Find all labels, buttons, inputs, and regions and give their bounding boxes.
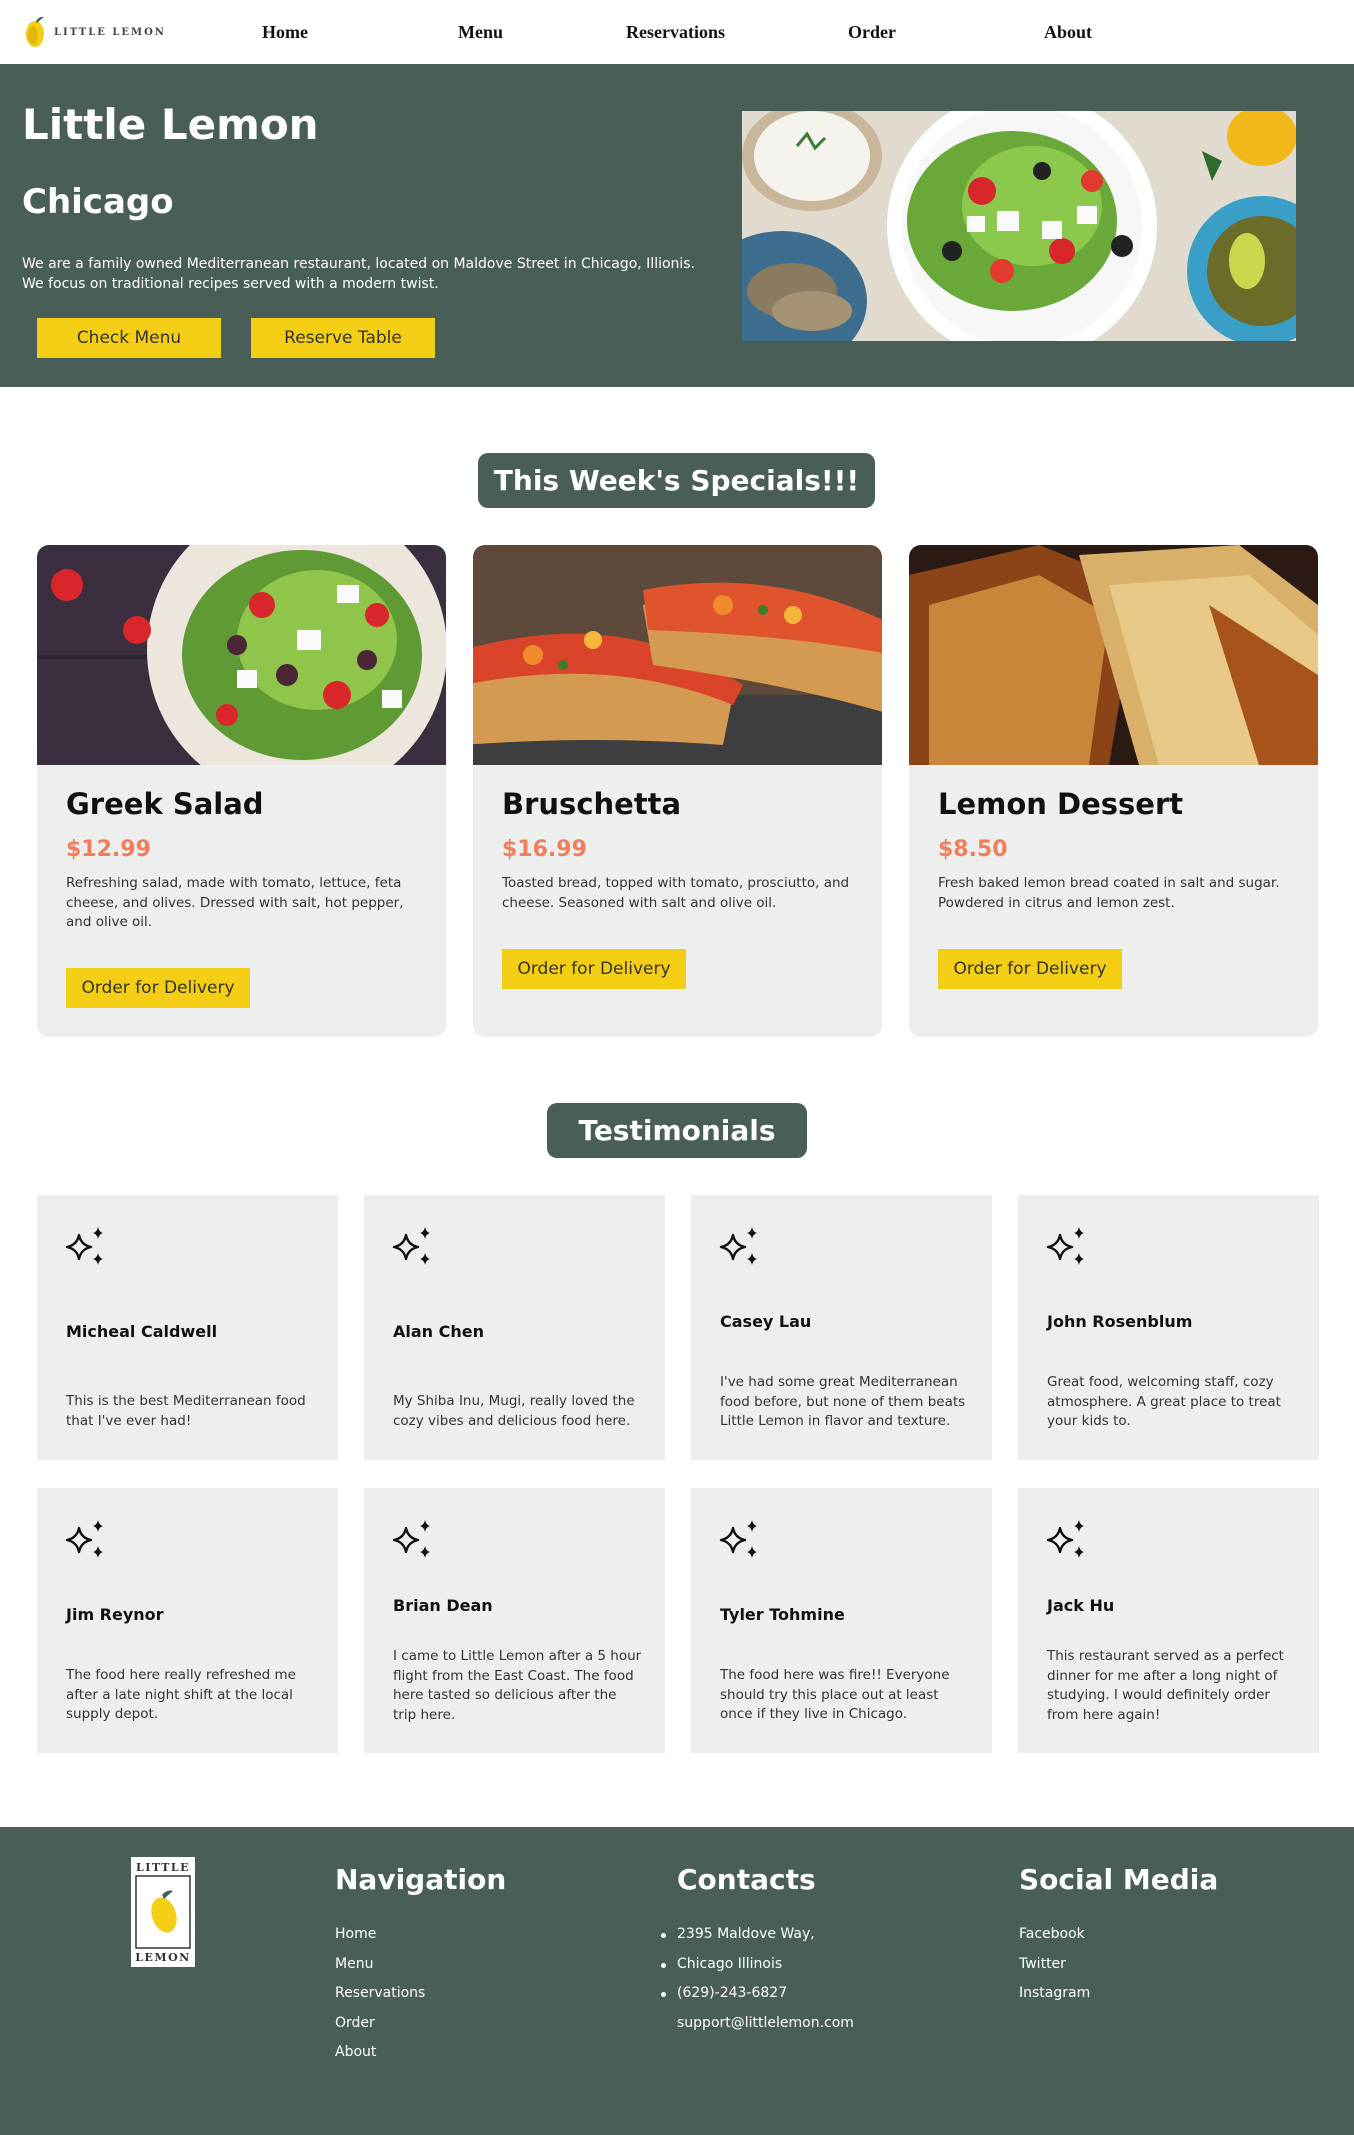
order-for-delivery-button[interactable]: Order for Delivery — [938, 949, 1122, 989]
footer-logo-bottom-text: LEMON — [135, 1951, 190, 1964]
special-description: Refreshing salad, made with tomato, lett… — [66, 875, 404, 930]
nav-menu[interactable]: Menu — [458, 22, 503, 43]
reviewer-name: Micheal Caldwell — [66, 1322, 218, 1341]
hero-title: Little Lemon — [22, 100, 319, 149]
special-name: Greek Salad — [66, 787, 264, 821]
special-name: Lemon Dessert — [938, 787, 1184, 821]
hero-subtitle: Chicago — [22, 182, 174, 222]
sparkles-icon — [392, 1227, 430, 1265]
review-text: The food here was fire!! Everyone should… — [720, 1667, 950, 1722]
footer-link-reservations[interactable]: Reservations — [335, 1979, 425, 2009]
testimonial-card: Jim Reynor The food here really refreshe… — [37, 1488, 338, 1753]
bruschetta-image — [473, 545, 882, 765]
sparkles-icon — [719, 1520, 757, 1558]
greek-salad-image — [37, 545, 446, 765]
review-text: The food here really refreshed me after … — [66, 1667, 296, 1722]
testimonial-card: Micheal Caldwell This is the best Medite… — [37, 1195, 338, 1460]
testimonials-heading: Testimonials — [547, 1103, 807, 1158]
testimonial-card: Alan Chen My Shiba Inu, Mugi, really lov… — [364, 1195, 665, 1460]
footer-navigation-list: Home Menu Reservations Order About — [335, 1920, 425, 2068]
reviewer-name: Jack Hu — [1047, 1596, 1115, 1615]
contact-phone[interactable]: (629)-243-6827 — [661, 1979, 854, 2009]
special-price: $8.50 — [938, 837, 1008, 862]
testimonial-card: John Rosenblum Great food, welcoming sta… — [1018, 1195, 1319, 1460]
social-link-facebook[interactable]: Facebook — [1019, 1920, 1090, 1950]
special-price: $12.99 — [66, 837, 151, 862]
little-lemon-logo[interactable]: LITTLE LEMON — [24, 12, 166, 52]
contact-city: Chicago Illinois — [661, 1950, 854, 1980]
reserve-table-button[interactable]: Reserve Table — [251, 318, 435, 358]
footer: LITTLE LEMON Navigation Home Menu Reserv… — [0, 1827, 1354, 2135]
reviewer-name: Tyler Tohmine — [720, 1605, 845, 1624]
review-text: This is the best Mediterranean food that… — [66, 1393, 306, 1429]
nav-reservations[interactable]: Reservations — [626, 22, 725, 43]
reviewer-name: Alan Chen — [393, 1322, 484, 1341]
review-text: I came to Little Lemon after a 5 hour fl… — [393, 1648, 642, 1723]
footer-navigation-heading: Navigation — [335, 1863, 507, 1896]
footer-social-list: Facebook Twitter Instagram — [1019, 1920, 1090, 2009]
nav-home[interactable]: Home — [262, 22, 308, 43]
testimonial-card: Jack Hu This restaurant served as a perf… — [1018, 1488, 1319, 1753]
nav-order[interactable]: Order — [848, 22, 896, 43]
reviewer-name: Jim Reynor — [66, 1605, 164, 1624]
testimonial-card: Casey Lau I've had some great Mediterran… — [691, 1195, 992, 1460]
reviewer-name: Casey Lau — [720, 1312, 812, 1331]
special-description: Fresh baked lemon bread coated in salt a… — [938, 875, 1280, 911]
testimonial-card: Tyler Tohmine The food here was fire!! E… — [691, 1488, 992, 1753]
footer-contacts-heading: Contacts — [677, 1863, 816, 1896]
hero-description: We are a family owned Mediterranean rest… — [22, 256, 696, 292]
special-card-lemon-dessert: Lemon Dessert $8.50 Fresh baked lemon br… — [909, 545, 1318, 1037]
sparkles-icon — [392, 1520, 430, 1558]
order-for-delivery-button[interactable]: Order for Delivery — [502, 949, 686, 989]
footer-link-order[interactable]: Order — [335, 2009, 425, 2039]
nav-about[interactable]: About — [1044, 22, 1092, 43]
contact-email[interactable]: support@littlelemon.com — [677, 2009, 854, 2039]
footer-link-menu[interactable]: Menu — [335, 1950, 425, 1980]
sparkles-icon — [65, 1520, 103, 1558]
special-card-bruschetta: Bruschetta $16.99 Toasted bread, topped … — [473, 545, 882, 1037]
special-description: Toasted bread, topped with tomato, prosc… — [502, 875, 850, 911]
top-navigation: LITTLE LEMON Home Menu Reservations Orde… — [0, 0, 1354, 64]
footer-logo[interactable]: LITTLE LEMON — [131, 1857, 195, 1967]
special-card-greek-salad: Greek Salad $12.99 Refreshing salad, mad… — [37, 545, 446, 1037]
sparkles-icon — [1046, 1227, 1084, 1265]
review-text: Great food, welcoming staff, cozy atmosp… — [1047, 1374, 1281, 1429]
logo-text: LITTLE LEMON — [54, 26, 166, 38]
sparkles-icon — [65, 1227, 103, 1265]
footer-link-home[interactable]: Home — [335, 1920, 425, 1950]
footer-link-about[interactable]: About — [335, 2038, 425, 2068]
footer-logo-top-text: LITTLE — [136, 1861, 190, 1874]
order-for-delivery-button[interactable]: Order for Delivery — [66, 968, 250, 1008]
contact-address: 2395 Maldove Way, — [661, 1920, 854, 1950]
sparkles-icon — [719, 1227, 757, 1265]
review-text: I've had some great Mediterranean food b… — [720, 1374, 966, 1429]
review-text: This restaurant served as a perfect dinn… — [1047, 1648, 1284, 1723]
review-text: My Shiba Inu, Mugi, really loved the coz… — [393, 1393, 635, 1429]
testimonial-card: Brian Dean I came to Little Lemon after … — [364, 1488, 665, 1753]
sparkles-icon — [1046, 1520, 1084, 1558]
reviewer-name: John Rosenblum — [1047, 1312, 1193, 1331]
footer-social-heading: Social Media — [1019, 1863, 1219, 1896]
social-link-twitter[interactable]: Twitter — [1019, 1950, 1090, 1980]
hero-section: Little Lemon Chicago We are a family own… — [0, 64, 1354, 387]
hero-food-image — [742, 111, 1296, 341]
footer-contacts-list: 2395 Maldove Way, Chicago Illinois (629)… — [661, 1920, 854, 2039]
lemon-icon — [24, 14, 48, 50]
special-price: $16.99 — [502, 837, 587, 862]
lemon-dessert-image — [909, 545, 1318, 765]
specials-heading: This Week's Specials!!! — [478, 453, 875, 508]
special-name: Bruschetta — [502, 787, 682, 821]
check-menu-button[interactable]: Check Menu — [37, 318, 221, 358]
social-link-instagram[interactable]: Instagram — [1019, 1979, 1090, 2009]
reviewer-name: Brian Dean — [393, 1596, 493, 1615]
